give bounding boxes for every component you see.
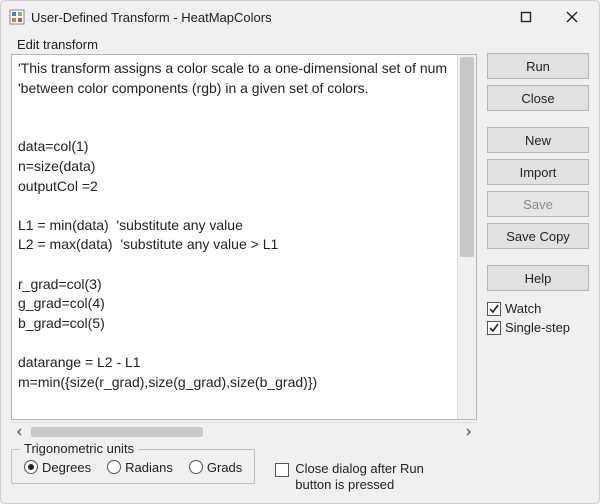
close-window-button[interactable] [549, 1, 595, 33]
single-step-label: Single-step [505, 320, 570, 335]
edit-transform-label: Edit transform [17, 37, 477, 52]
maximize-button[interactable] [503, 1, 549, 33]
radio-grads[interactable]: Grads [189, 460, 242, 475]
scroll-left-icon[interactable] [11, 423, 29, 441]
titlebar: User-Defined Transform - HeatMapColors [1, 1, 599, 33]
window-title: User-Defined Transform - HeatMapColors [31, 10, 272, 25]
right-panel: Run Close New Import Save Save Copy Help… [487, 37, 589, 441]
save-button[interactable]: Save [487, 191, 589, 217]
close-after-run-checkbox[interactable]: Close dialog after Run button is pressed [275, 461, 445, 494]
code-editor-frame: 'This transform assigns a color scale to… [11, 54, 477, 420]
app-icon [9, 9, 25, 25]
radio-icon [24, 460, 38, 474]
vertical-scroll-thumb[interactable] [460, 57, 474, 257]
horizontal-scrollbar[interactable] [11, 422, 477, 441]
horizontal-scroll-thumb[interactable] [31, 427, 203, 437]
checkbox-icon [487, 321, 501, 335]
trig-units-legend: Trigonometric units [20, 441, 138, 456]
vertical-scrollbar[interactable] [457, 55, 476, 419]
close-icon [566, 11, 578, 23]
radio-icon [107, 460, 121, 474]
run-button[interactable]: Run [487, 53, 589, 79]
radio-icon [189, 460, 203, 474]
radians-label: Radians [125, 460, 173, 475]
watch-checkbox[interactable]: Watch [487, 301, 589, 316]
window: User-Defined Transform - HeatMapColors E… [0, 0, 600, 504]
grads-label: Grads [207, 460, 242, 475]
new-button[interactable]: New [487, 127, 589, 153]
trig-units-group: Trigonometric units Degrees Radians Grad… [11, 449, 255, 484]
save-copy-button[interactable]: Save Copy [487, 223, 589, 249]
maximize-icon [520, 11, 532, 23]
close-after-run-label: Close dialog after Run button is pressed [295, 461, 445, 494]
watch-label: Watch [505, 301, 541, 316]
radio-radians[interactable]: Radians [107, 460, 173, 475]
help-button[interactable]: Help [487, 265, 589, 291]
edit-transform-group: Edit transform 'This transform assigns a… [11, 37, 477, 441]
single-step-checkbox[interactable]: Single-step [487, 320, 589, 335]
code-editor[interactable]: 'This transform assigns a color scale to… [12, 55, 457, 419]
scroll-right-icon[interactable] [459, 423, 477, 441]
checkbox-icon [487, 302, 501, 316]
dialog-body: Edit transform 'This transform assigns a… [1, 33, 599, 503]
degrees-label: Degrees [42, 460, 91, 475]
radio-degrees[interactable]: Degrees [24, 460, 91, 475]
close-button[interactable]: Close [487, 85, 589, 111]
checkbox-icon [275, 463, 289, 477]
import-button[interactable]: Import [487, 159, 589, 185]
